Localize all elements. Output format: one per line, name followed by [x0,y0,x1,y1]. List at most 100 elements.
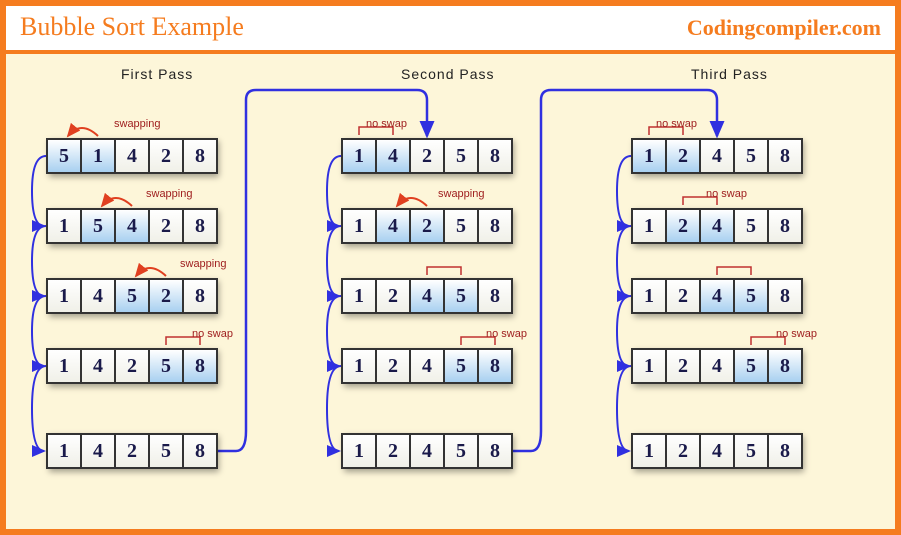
array-row: 14258 [341,208,511,244]
diagram-frame: Bubble Sort Example Codingcompiler.com F… [0,0,901,535]
array-row: 14258 [341,138,511,174]
step-connector-icon [327,226,341,296]
array-cell: 5 [114,278,150,314]
array-cell: 5 [733,433,769,469]
swap-arrow-icon [102,198,132,206]
array-cell: 1 [46,208,82,244]
array-cell: 4 [699,348,735,384]
swap-label: swapping [438,188,484,200]
array-cell: 8 [477,348,513,384]
array-cell: 1 [46,433,82,469]
array-cell: 5 [733,278,769,314]
array-cell: 2 [665,208,701,244]
pass-title: First Pass [121,66,193,82]
noswap-label: no swap [366,118,407,130]
array-cell: 4 [409,278,445,314]
step-connector-icon [617,366,631,451]
header: Bubble Sort Example Codingcompiler.com [6,6,895,54]
swap-arrow-icon [136,268,166,276]
array-cell: 5 [733,348,769,384]
array-cell: 5 [443,208,479,244]
swap-arrow-icon [68,128,98,136]
array-cell: 8 [767,278,803,314]
array-cell: 1 [46,278,82,314]
array-cell: 4 [375,208,411,244]
noswap-bracket-icon [717,267,751,275]
array-row: 12458 [631,138,801,174]
step-connector-icon [327,366,341,451]
array-cell: 8 [182,278,218,314]
array-cell: 8 [182,208,218,244]
array-row: 51428 [46,138,216,174]
array-cell: 2 [148,138,184,174]
array-cell: 1 [341,278,377,314]
array-cell: 8 [182,138,218,174]
array-cell: 1 [341,208,377,244]
array-cell: 1 [341,138,377,174]
array-cell: 8 [767,138,803,174]
array-cell: 2 [665,138,701,174]
step-connector-icon [32,226,46,296]
noswap-label: no swap [656,118,697,130]
array-cell: 4 [409,348,445,384]
array-cell: 2 [409,138,445,174]
array-cell: 4 [375,138,411,174]
array-cell: 1 [80,138,116,174]
array-cell: 4 [699,138,735,174]
step-connector-icon [617,226,631,296]
pass-title: Third Pass [691,66,768,82]
step-connector-icon [32,366,46,451]
step-connector-icon [327,296,341,366]
array-cell: 4 [80,278,116,314]
array-cell: 1 [341,348,377,384]
array-row: 14528 [46,278,216,314]
array-cell: 2 [665,278,701,314]
array-cell: 2 [665,433,701,469]
array-row: 12458 [341,348,511,384]
array-cell: 8 [477,208,513,244]
step-connector-icon [32,296,46,366]
pass-title: Second Pass [401,66,495,82]
array-cell: 8 [767,433,803,469]
swap-arrow-icon [397,198,427,206]
array-cell: 5 [443,348,479,384]
array-cell: 4 [409,433,445,469]
array-cell: 8 [767,208,803,244]
step-connector-icon [617,296,631,366]
array-cell: 5 [148,348,184,384]
step-connector-icon [327,156,341,226]
array-cell: 2 [148,208,184,244]
noswap-bracket-icon [427,267,461,275]
array-row: 12458 [341,278,511,314]
swap-label: swapping [114,118,160,130]
swap-label: swapping [146,188,192,200]
array-cell: 5 [80,208,116,244]
array-cell: 1 [631,208,667,244]
array-cell: 1 [631,278,667,314]
array-cell: 4 [114,208,150,244]
array-cell: 5 [148,433,184,469]
step-connector-icon [32,156,46,226]
array-cell: 5 [443,433,479,469]
swap-label: swapping [180,258,226,270]
array-cell: 4 [80,433,116,469]
noswap-label: no swap [192,328,233,340]
array-cell: 4 [699,278,735,314]
array-row: 12458 [631,433,801,469]
array-cell: 5 [443,138,479,174]
array-cell: 5 [46,138,82,174]
array-cell: 1 [631,433,667,469]
array-cell: 1 [46,348,82,384]
noswap-label: no swap [706,188,747,200]
site-name: Codingcompiler.com [687,15,881,41]
array-row: 12458 [631,208,801,244]
array-row: 12458 [631,348,801,384]
array-row: 12458 [631,278,801,314]
array-cell: 2 [409,208,445,244]
diagram-canvas: First Pass51428swapping15428swapping1452… [6,58,895,529]
array-cell: 5 [733,208,769,244]
array-cell: 4 [114,138,150,174]
array-row: 14258 [46,433,216,469]
array-cell: 4 [80,348,116,384]
array-row: 12458 [341,433,511,469]
